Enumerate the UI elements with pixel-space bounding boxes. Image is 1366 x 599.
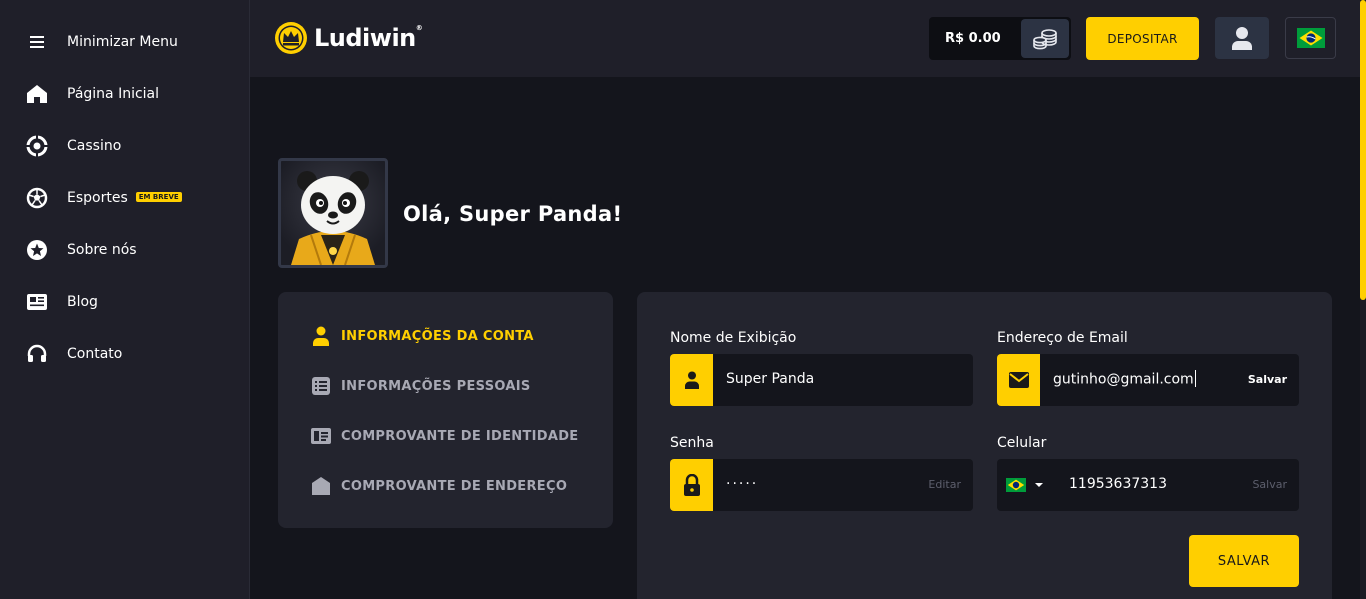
- sidebar-item-home[interactable]: Página Inicial: [0, 74, 250, 114]
- menu-icon: [26, 31, 48, 53]
- sidebar-item-casino[interactable]: Cassino: [0, 126, 250, 166]
- soccer-ball-icon: [26, 187, 48, 209]
- wallet-button[interactable]: [1021, 19, 1069, 58]
- sidebar-item-blog[interactable]: Blog: [0, 282, 250, 322]
- avatar: [278, 158, 388, 268]
- text-caret: [1194, 370, 1196, 387]
- password-field[interactable]: ····· Editar: [670, 459, 973, 511]
- home-icon: [26, 83, 48, 105]
- balance-amount: R$ 0.00: [945, 31, 1001, 46]
- sidebar-item-minimize-menu[interactable]: Minimizar Menu: [0, 22, 250, 62]
- greeting-title: Olá, Super Panda!: [403, 202, 623, 226]
- brand-logo[interactable]: Ludiwin®: [274, 20, 423, 56]
- scrollbar-thumb[interactable]: [1360, 0, 1366, 300]
- user-icon: [670, 354, 713, 406]
- email-value: gutinho@gmail.com: [1053, 370, 1196, 388]
- crown-coin-icon: [275, 22, 307, 54]
- user-icon: [310, 325, 332, 347]
- menu-item-account-info[interactable]: INFORMAÇÕES DA CONTA: [310, 324, 534, 348]
- email-label: Endereço de Email: [997, 330, 1128, 346]
- sidebar-item-label-wrap: Esportes EM BREVE: [67, 190, 182, 206]
- top-bar: Ludiwin® R$ 0.00 DEPOSITAR: [250, 0, 1360, 77]
- save-button[interactable]: SALVAR: [1189, 535, 1299, 587]
- panda-avatar-image: [281, 161, 385, 265]
- deposit-button[interactable]: DEPOSITAR: [1086, 17, 1199, 60]
- casino-chip-icon: [26, 135, 48, 157]
- sidebar-item-label: Blog: [67, 294, 98, 310]
- sidebar-item-about[interactable]: Sobre nós: [0, 230, 250, 270]
- country-code-selector[interactable]: [1006, 478, 1044, 492]
- sidebar-item-sports[interactable]: Esportes EM BREVE: [0, 178, 250, 218]
- house-icon: [310, 475, 332, 497]
- balance-display: R$ 0.00: [929, 17, 1071, 60]
- headset-icon: [26, 343, 48, 365]
- sidebar-item-label: Minimizar Menu: [67, 34, 178, 50]
- lock-icon: [670, 459, 713, 511]
- newspaper-icon: [26, 291, 48, 313]
- sidebar-item-label: Contato: [67, 346, 123, 362]
- language-selector[interactable]: [1285, 17, 1336, 59]
- brazil-flag-icon: [1296, 28, 1325, 48]
- menu-item-personal-info[interactable]: INFORMAÇÕES PESSOAIS: [310, 374, 531, 398]
- display-name-value: Super Panda: [726, 371, 815, 387]
- menu-item-label: INFORMAÇÕES DA CONTA: [341, 328, 534, 344]
- menu-item-label: COMPROVANTE DE ENDEREÇO: [341, 478, 568, 494]
- phone-label: Celular: [997, 435, 1047, 451]
- display-name-label: Nome de Exibição: [670, 330, 797, 346]
- email-field[interactable]: gutinho@gmail.com Salvar: [997, 354, 1299, 406]
- user-menu-button[interactable]: [1215, 17, 1269, 59]
- edit-password-button[interactable]: Editar: [928, 478, 961, 491]
- menu-item-label: COMPROVANTE DE IDENTIDADE: [341, 428, 579, 444]
- brazil-flag-icon: [1006, 478, 1026, 492]
- sidebar: Minimizar Menu Página Inicial Cassino Es…: [0, 0, 250, 599]
- envelope-icon: [997, 354, 1040, 406]
- menu-item-identity-proof[interactable]: COMPROVANTE DE IDENTIDADE: [310, 424, 578, 448]
- coins-icon: [1033, 28, 1057, 49]
- account-info-form: Nome de Exibição Super Panda Endereço de…: [637, 292, 1332, 599]
- phone-value: 11953637313: [1069, 476, 1167, 492]
- sidebar-item-label: Página Inicial: [67, 86, 160, 102]
- sidebar-item-label: Cassino: [67, 138, 122, 154]
- account-menu: INFORMAÇÕES DA CONTA INFORMAÇÕES PESSOAI…: [278, 292, 613, 528]
- user-icon: [1232, 27, 1252, 50]
- menu-item-label: INFORMAÇÕES PESSOAIS: [341, 378, 531, 394]
- password-label: Senha: [670, 435, 714, 451]
- display-name-field[interactable]: Super Panda: [670, 354, 973, 406]
- star-icon: [26, 239, 48, 261]
- sidebar-item-label: Sobre nós: [67, 242, 137, 258]
- id-card-icon: [310, 425, 332, 447]
- phone-field[interactable]: 11953637313 Salvar: [997, 459, 1299, 511]
- list-icon: [310, 375, 332, 397]
- menu-item-address-proof[interactable]: COMPROVANTE DE ENDEREÇO: [310, 474, 567, 498]
- sidebar-item-contact[interactable]: Contato: [0, 334, 250, 374]
- password-value: ·····: [726, 476, 759, 492]
- coming-soon-badge: EM BREVE: [135, 192, 182, 202]
- logo-text: Ludiwin®: [314, 24, 423, 52]
- save-email-button[interactable]: Salvar: [1248, 373, 1287, 386]
- chevron-down-icon: [1035, 483, 1043, 487]
- sidebar-item-label: Esportes: [67, 190, 128, 206]
- save-phone-button[interactable]: Salvar: [1252, 478, 1287, 491]
